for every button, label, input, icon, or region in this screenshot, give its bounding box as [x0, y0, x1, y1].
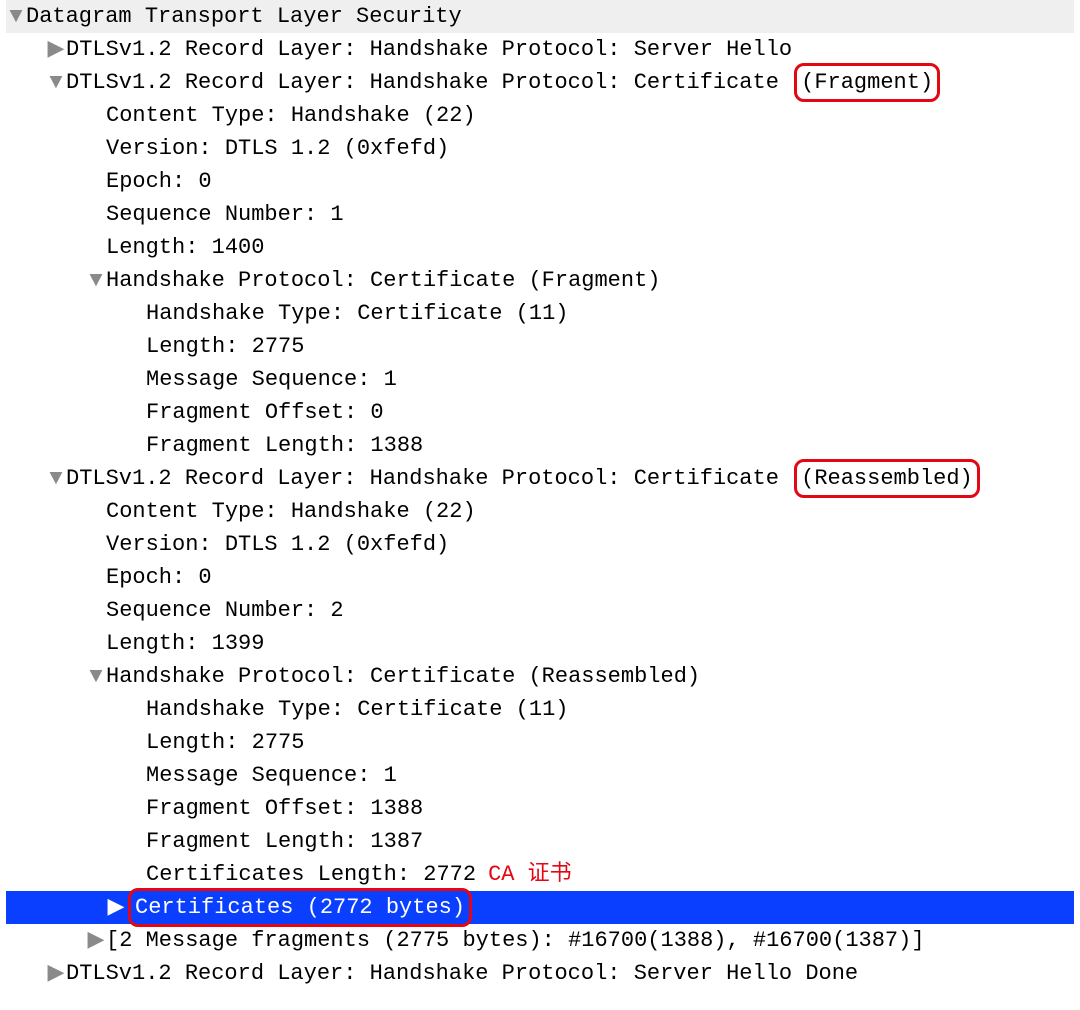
message-fragments[interactable]: ▶[2 Message fragments (2775 bytes): #167…	[6, 924, 1074, 957]
row-label: Fragment Length: 1387	[146, 825, 423, 858]
row-label: Message Sequence: 1	[146, 363, 397, 396]
row-label: Handshake Protocol: Certificate (Reassem…	[106, 660, 700, 693]
reasm-handshake-length: Length: 2775	[6, 726, 1074, 759]
highlight-box: (Fragment)	[794, 63, 940, 102]
row-label: Epoch: 0	[106, 165, 212, 198]
reasm-fragment-offset: Fragment Offset: 1388	[6, 792, 1074, 825]
row-label: Fragment Offset: 0	[146, 396, 384, 429]
rec-certificate-reassembled[interactable]: ▼DTLSv1.2 Record Layer: Handshake Protoc…	[6, 462, 1074, 495]
row-label: Datagram Transport Layer Security	[26, 0, 462, 33]
dtls-root[interactable]: ▼Datagram Transport Layer Security	[6, 0, 1074, 33]
row-label: Handshake Protocol: Certificate (Fragmen…	[106, 264, 661, 297]
chevron-down-icon[interactable]: ▼	[46, 462, 66, 495]
row-label: Version: DTLS 1.2 (0xfefd)	[106, 528, 449, 561]
frag-sequence-number: Sequence Number: 1	[6, 198, 1074, 231]
reasm-fragment-length: Fragment Length: 1387	[6, 825, 1074, 858]
row-label: DTLSv1.2 Record Layer: Handshake Protoco…	[66, 33, 792, 66]
chevron-right-icon[interactable]: ▶	[86, 924, 106, 957]
frag-fragment-length: Fragment Length: 1388	[6, 429, 1074, 462]
reasm-handshake-protocol[interactable]: ▼Handshake Protocol: Certificate (Reasse…	[6, 660, 1074, 693]
annotation-label: CA 证书	[488, 858, 572, 891]
row-label: Epoch: 0	[106, 561, 212, 594]
reasm-message-sequence: Message Sequence: 1	[6, 759, 1074, 792]
reasm-length: Length: 1399	[6, 627, 1074, 660]
row-label: Message Sequence: 1	[146, 759, 397, 792]
rec-server-hello[interactable]: ▶DTLSv1.2 Record Layer: Handshake Protoc…	[6, 33, 1074, 66]
reasm-certificates-length: Certificates Length: 2772 CA 证书	[6, 858, 1074, 891]
row-label: Fragment Offset: 1388	[146, 792, 423, 825]
rec-server-hello-done[interactable]: ▶DTLSv1.2 Record Layer: Handshake Protoc…	[6, 957, 1074, 990]
chevron-down-icon[interactable]: ▼	[86, 264, 106, 297]
row-label: Length: 1400	[106, 231, 264, 264]
row-label: Sequence Number: 1	[106, 198, 344, 231]
chevron-right-icon[interactable]: ▶	[46, 957, 66, 990]
frag-handshake-type: Handshake Type: Certificate (11)	[6, 297, 1074, 330]
frag-content-type: Content Type: Handshake (22)	[6, 99, 1074, 132]
row-label: [2 Message fragments (2775 bytes): #1670…	[106, 924, 925, 957]
frag-handshake-length: Length: 2775	[6, 330, 1074, 363]
frag-fragment-offset: Fragment Offset: 0	[6, 396, 1074, 429]
reasm-version: Version: DTLS 1.2 (0xfefd)	[6, 528, 1074, 561]
row-label: Content Type: Handshake (22)	[106, 495, 476, 528]
row-label: Handshake Type: Certificate (11)	[146, 693, 568, 726]
row-label: DTLSv1.2 Record Layer: Handshake Protoco…	[66, 66, 792, 99]
packet-details-tree[interactable]: ▼Datagram Transport Layer Security▶DTLSv…	[0, 0, 1080, 1010]
row-label: DTLSv1.2 Record Layer: Handshake Protoco…	[66, 462, 792, 495]
row-label: DTLSv1.2 Record Layer: Handshake Protoco…	[66, 957, 858, 990]
row-label: Length: 1399	[106, 627, 264, 660]
highlight-box: (Reassembled)	[794, 459, 980, 498]
reasm-sequence-number: Sequence Number: 2	[6, 594, 1074, 627]
row-label: Length: 2775	[146, 726, 304, 759]
reasm-epoch: Epoch: 0	[6, 561, 1074, 594]
reasm-handshake-type: Handshake Type: Certificate (11)	[6, 693, 1074, 726]
chevron-right-icon[interactable]: ▶	[106, 891, 126, 924]
rec-certificate-fragment[interactable]: ▼DTLSv1.2 Record Layer: Handshake Protoc…	[6, 66, 1074, 99]
frag-message-sequence: Message Sequence: 1	[6, 363, 1074, 396]
row-label: Length: 2775	[146, 330, 304, 363]
row-label: Version: DTLS 1.2 (0xfefd)	[106, 132, 449, 165]
chevron-down-icon[interactable]: ▼	[6, 0, 26, 33]
row-label: Handshake Type: Certificate (11)	[146, 297, 568, 330]
frag-handshake-protocol[interactable]: ▼Handshake Protocol: Certificate (Fragme…	[6, 264, 1074, 297]
frag-epoch: Epoch: 0	[6, 165, 1074, 198]
row-label: Sequence Number: 2	[106, 594, 344, 627]
row-label: Content Type: Handshake (22)	[106, 99, 476, 132]
highlight-box: Certificates (2772 bytes)	[128, 888, 472, 927]
reasm-content-type: Content Type: Handshake (22)	[6, 495, 1074, 528]
chevron-down-icon[interactable]: ▼	[86, 660, 106, 693]
row-label: Certificates Length: 2772	[146, 858, 476, 891]
frag-length: Length: 1400	[6, 231, 1074, 264]
chevron-down-icon[interactable]: ▼	[46, 66, 66, 99]
chevron-right-icon[interactable]: ▶	[46, 33, 66, 66]
frag-version: Version: DTLS 1.2 (0xfefd)	[6, 132, 1074, 165]
certificates-node[interactable]: ▶Certificates (2772 bytes)	[6, 891, 1074, 924]
row-label: Fragment Length: 1388	[146, 429, 423, 462]
